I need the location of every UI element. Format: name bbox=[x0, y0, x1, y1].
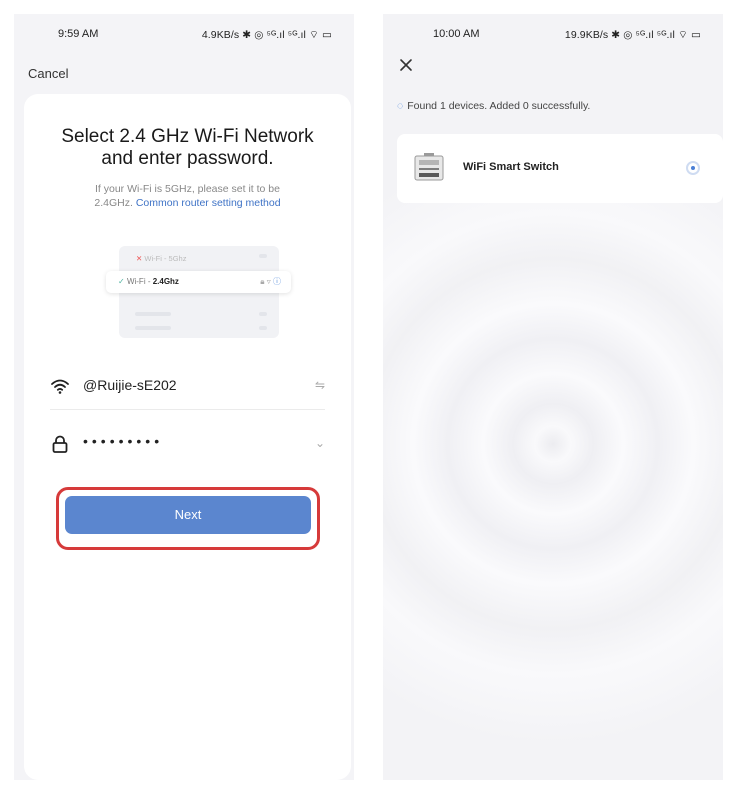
device-name: WiFi Smart Switch bbox=[463, 161, 559, 173]
placeholder-bar bbox=[135, 312, 171, 316]
wifi-setup-card: Select 2.4 GHz Wi-Fi Network and enter p… bbox=[24, 94, 351, 780]
wifi-24g-bold: 2.4Ghz bbox=[152, 277, 179, 286]
placeholder-bar bbox=[259, 254, 267, 258]
subtitle-line-2: 2.4GHz. Common router setting method bbox=[24, 196, 351, 210]
status-icons: 4.9KB/s ✱ ◎ ⁵ᴳ.ıl ⁵ᴳ.ıl ⌔ ▭ bbox=[201, 29, 332, 41]
check-icon: ✓ bbox=[118, 277, 125, 286]
status-bar: 10:00 AM 19.9KB/s ✱ ◎ ⁵ᴳ.ıl ⁵ᴳ.ıl ⌔ ▭ bbox=[383, 28, 723, 44]
close-icon[interactable] bbox=[398, 57, 418, 77]
page-subtitle: If your Wi-Fi is 5GHz, please set it to … bbox=[24, 182, 351, 210]
wifi-icon bbox=[50, 376, 70, 396]
wifi-illustration: ✕ Wi-Fi - 5Ghz ✓ Wi-Fi - 2.4Ghz 🔒︎ ▿ ⓘ bbox=[106, 246, 291, 338]
cancel-button[interactable]: Cancel bbox=[28, 66, 68, 81]
placeholder-bar bbox=[259, 326, 267, 330]
status-time: 10:00 AM bbox=[433, 28, 480, 40]
device-list-item[interactable]: WiFi Smart Switch bbox=[397, 134, 723, 203]
title-line-2: and enter password. bbox=[101, 148, 274, 169]
page-title: Select 2.4 GHz Wi-Fi Network and enter p… bbox=[24, 126, 351, 170]
title-line-1: Select 2.4 GHz Wi-Fi Network bbox=[61, 126, 314, 147]
wifi-row-icons: 🔒︎ ▿ ⓘ bbox=[260, 277, 281, 286]
password-field[interactable]: ••••••••• ⌄ bbox=[50, 428, 325, 468]
device-thumbnail bbox=[413, 152, 445, 184]
subtitle-line-1: If your Wi-Fi is 5GHz, please set it to … bbox=[95, 183, 280, 195]
ssid-field[interactable]: @Ruijie-sE202 ⇋ bbox=[50, 370, 325, 410]
wifi-5g-row: ✕ Wi-Fi - 5Ghz bbox=[136, 254, 186, 263]
info-icon: ⓘ bbox=[273, 277, 281, 286]
router-setting-link[interactable]: Common router setting method bbox=[136, 197, 281, 209]
cross-icon: ✕ bbox=[136, 254, 143, 263]
next-button[interactable]: Next bbox=[65, 496, 311, 534]
device-select-radio[interactable] bbox=[686, 161, 700, 175]
subtitle-prefix: 2.4GHz. bbox=[94, 197, 133, 209]
status-icons: 19.9KB/s ✱ ◎ ⁵ᴳ.ıl ⁵ᴳ.ıl ⌔ ▭ bbox=[564, 29, 701, 41]
loading-icon: ◌ bbox=[397, 100, 404, 112]
wifi-24g-prefix: Wi-Fi - bbox=[126, 277, 153, 286]
scan-status: ◌ Found 1 devices. Added 0 successfully. bbox=[397, 100, 590, 112]
right-screen: 10:00 AM 19.9KB/s ✱ ◎ ⁵ᴳ.ıl ⁵ᴳ.ıl ⌔ ▭ ◌ F… bbox=[383, 14, 723, 780]
placeholder-bar bbox=[259, 312, 267, 316]
scan-status-text: Found 1 devices. Added 0 successfully. bbox=[407, 100, 591, 112]
lock-icon bbox=[50, 434, 70, 454]
swap-icon[interactable]: ⇋ bbox=[315, 378, 325, 392]
chevron-down-icon[interactable]: ⌄ bbox=[315, 436, 325, 450]
ssid-value: @Ruijie-sE202 bbox=[83, 377, 177, 393]
placeholder-bar bbox=[135, 326, 171, 330]
status-time: 9:59 AM bbox=[58, 28, 99, 40]
password-value: ••••••••• bbox=[83, 433, 164, 449]
wifi-5g-label: Wi-Fi - 5Ghz bbox=[144, 254, 187, 263]
status-bar: 9:59 AM 4.9KB/s ✱ ◎ ⁵ᴳ.ıl ⁵ᴳ.ıl ⌔ ▭ bbox=[14, 28, 354, 44]
wifi-24g-row: ✓ Wi-Fi - 2.4Ghz 🔒︎ ▿ ⓘ bbox=[106, 271, 291, 293]
left-screen: 9:59 AM 4.9KB/s ✱ ◎ ⁵ᴳ.ıl ⁵ᴳ.ıl ⌔ ▭ Canc… bbox=[14, 14, 354, 780]
